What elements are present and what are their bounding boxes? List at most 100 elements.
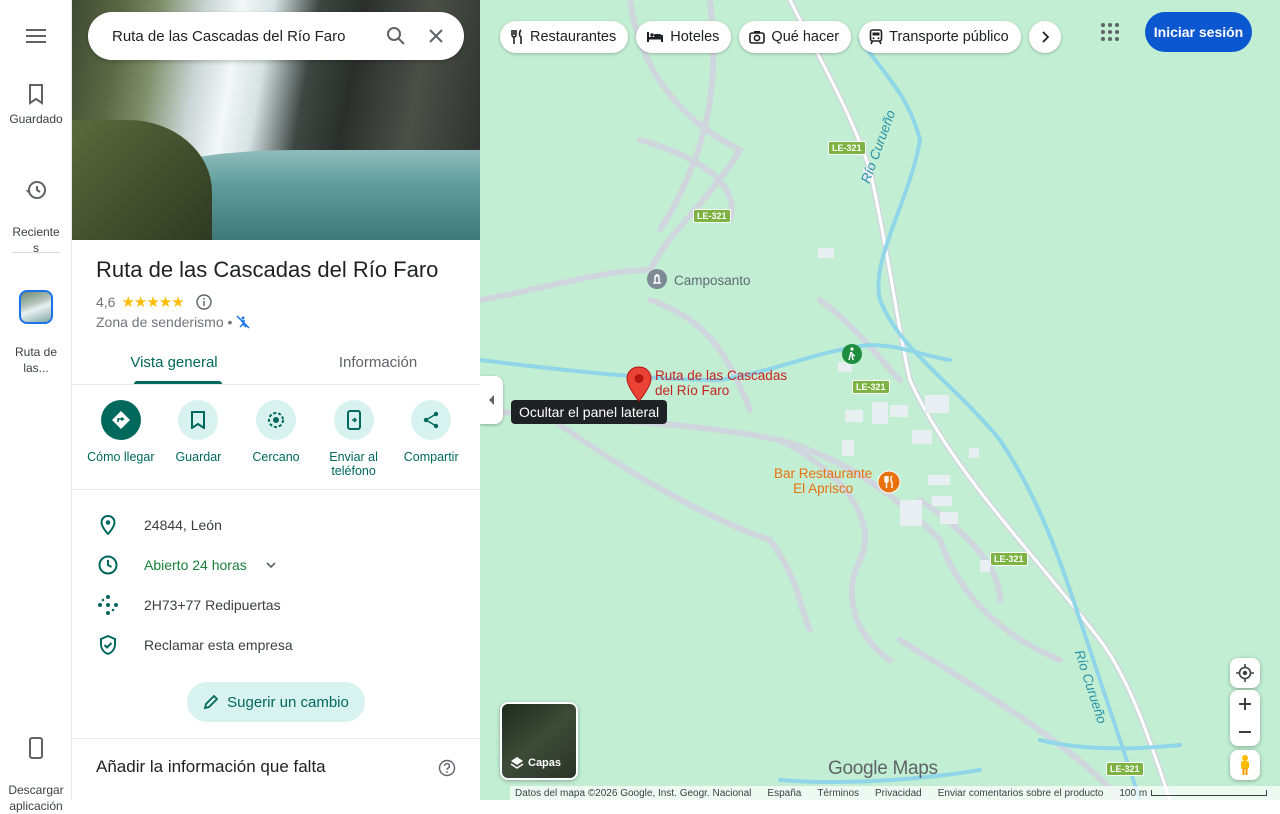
search-input[interactable]: Ruta de las Cascadas del Río Faro <box>112 28 376 45</box>
search-icon <box>387 27 405 45</box>
rating-stars[interactable]: ★★★★★ <box>121 293 184 311</box>
chip-restaurants[interactable]: Restaurantes <box>500 21 629 53</box>
hours-row[interactable]: Abierto 24 horas <box>72 545 480 585</box>
footer-privacy-link[interactable]: Privacidad <box>875 788 922 799</box>
rating-row: 4,6 ★★★★★ <box>96 293 212 311</box>
plus-code-row[interactable]: 2H73+77 Redipuertas <box>72 585 480 625</box>
rail-item-recent-label: Reciente s <box>12 225 60 255</box>
road-shield: LE-321 <box>693 209 731 223</box>
zoom-controls <box>1230 690 1260 746</box>
rail-item-current-place[interactable]: Ruta de las... <box>0 274 72 376</box>
help-icon[interactable] <box>438 759 456 777</box>
hiking-marker[interactable] <box>841 343 863 365</box>
chevron-down-icon[interactable] <box>265 561 277 569</box>
save-button[interactable]: Guardar <box>161 398 235 489</box>
road-shield: LE-321 <box>852 380 890 394</box>
footer-terms-link[interactable]: Términos <box>817 788 859 799</box>
share-label: Compartir <box>403 450 459 464</box>
save-label: Guardar <box>175 450 222 464</box>
rail-item-recent[interactable]: Reciente s <box>0 162 72 256</box>
info-icon[interactable] <box>196 294 212 310</box>
footer-region-link[interactable]: España <box>767 788 801 799</box>
location-pin-icon <box>100 515 116 535</box>
chip-hotels-label: Hoteles <box>670 29 720 45</box>
photo-rock <box>72 120 212 240</box>
verified-shield-icon <box>100 635 116 655</box>
collapse-panel-button[interactable] <box>480 376 503 424</box>
scale-line <box>1151 790 1268 796</box>
restaurant-label[interactable]: Bar Restaurante El Aprisco <box>774 466 872 496</box>
place-panel: Ruta de las Cascadas del Río Faro Ruta d… <box>72 0 480 800</box>
tab-overview[interactable]: Vista general <box>72 340 276 384</box>
bookmark-icon <box>29 84 43 105</box>
claim-business-text: Reclamar esta empresa <box>144 637 293 653</box>
close-icon <box>429 29 443 43</box>
category-chips: Restaurantes Hoteles Qué hacer Transport… <box>500 21 1061 53</box>
share-icon <box>423 411 439 429</box>
street-view-pegman[interactable] <box>1230 750 1260 780</box>
pegman-icon <box>1241 755 1249 775</box>
plus-code-text: 2H73+77 Redipuertas <box>144 597 281 613</box>
footer-feedback-link[interactable]: Enviar comentarios sobre el producto <box>938 788 1104 799</box>
chips-scroll-right-button[interactable] <box>1028 21 1061 53</box>
cemetery-label[interactable]: Camposanto <box>674 273 751 288</box>
nearby-icon <box>267 412 284 428</box>
info-list: 24844, León Abierto 24 horas 2H73+77 Red… <box>72 505 480 665</box>
zoom-in-button[interactable] <box>1239 690 1251 718</box>
my-location-icon <box>1236 664 1254 682</box>
search-box[interactable]: Ruta de las Cascadas del Río Faro <box>88 12 464 60</box>
google-maps-logo: Google Maps <box>828 758 938 779</box>
address-row[interactable]: 24844, León <box>72 505 480 545</box>
chip-hotels[interactable]: Hoteles <box>636 21 732 53</box>
collapse-panel-tooltip: Ocultar el panel lateral <box>511 400 668 424</box>
plus-code-icon <box>98 595 118 615</box>
road-shield: LE-321 <box>828 141 866 155</box>
search-button[interactable] <box>376 16 416 56</box>
rail-item-saved[interactable]: Guardado <box>0 82 72 126</box>
nearby-button[interactable]: Cercano <box>239 398 313 489</box>
my-location-button[interactable] <box>1230 658 1260 688</box>
phone-icon <box>29 737 43 759</box>
minus-icon <box>1239 731 1251 733</box>
directions-icon <box>111 411 130 429</box>
missing-info-title: Añadir la información que falta <box>96 757 326 776</box>
directions-button[interactable]: Cómo llegar <box>84 398 158 489</box>
zoom-out-button[interactable] <box>1239 718 1251 746</box>
place-tabs: Vista general Información <box>72 340 480 385</box>
chip-transit[interactable]: Transporte público <box>859 21 1021 53</box>
menu-button[interactable] <box>22 24 50 48</box>
place-category[interactable]: Zona de senderismo • <box>96 314 232 330</box>
menu-icon <box>26 29 46 43</box>
action-buttons: Cómo llegar Guardar Cercano Enviar al te… <box>72 398 480 490</box>
address-text: 24844, León <box>144 517 222 533</box>
send-to-phone-button[interactable]: Enviar al teléfono <box>317 398 391 489</box>
scale-bar[interactable]: 100 m <box>1119 788 1268 799</box>
map-canvas[interactable]: Restaurantes Hoteles Qué hacer Transport… <box>480 0 1280 800</box>
tab-about[interactable]: Información <box>276 340 480 384</box>
clear-search-button[interactable] <box>416 16 456 56</box>
directions-label: Cómo llegar <box>87 450 155 464</box>
not-accessible-icon <box>236 315 250 329</box>
caret-left-icon <box>488 395 494 405</box>
restaurant-marker[interactable] <box>877 470 901 494</box>
claim-business-row[interactable]: Reclamar esta empresa <box>72 625 480 665</box>
layers-icon <box>510 757 524 769</box>
missing-info-section: Añadir la información que falta <box>72 738 480 800</box>
suggest-edit-button[interactable]: Sugerir un cambio <box>187 682 365 722</box>
layers-button[interactable]: Capas <box>500 702 578 780</box>
suggest-edit-label: Sugerir un cambio <box>227 693 349 711</box>
share-button[interactable]: Compartir <box>394 398 468 489</box>
selected-place-label[interactable]: Ruta de las Cascadas del Río Faro <box>655 368 787 398</box>
bed-icon <box>647 32 664 42</box>
hours-text: Abierto 24 horas <box>144 557 247 573</box>
cemetery-marker[interactable] <box>646 268 668 290</box>
chip-things-to-do[interactable]: Qué hacer <box>739 21 852 53</box>
sign-in-button[interactable]: Iniciar sesión <box>1145 12 1252 52</box>
camera-icon <box>749 31 766 44</box>
selected-place-marker[interactable] <box>626 366 652 402</box>
apps-grid-icon[interactable] <box>1098 20 1122 44</box>
clock-icon <box>98 555 118 575</box>
map-data-attribution: Datos del mapa ©2026 Google, Inst. Geogr… <box>515 787 752 799</box>
fork-knife-icon <box>511 29 522 44</box>
chip-transit-label: Transporte público <box>889 29 1009 45</box>
